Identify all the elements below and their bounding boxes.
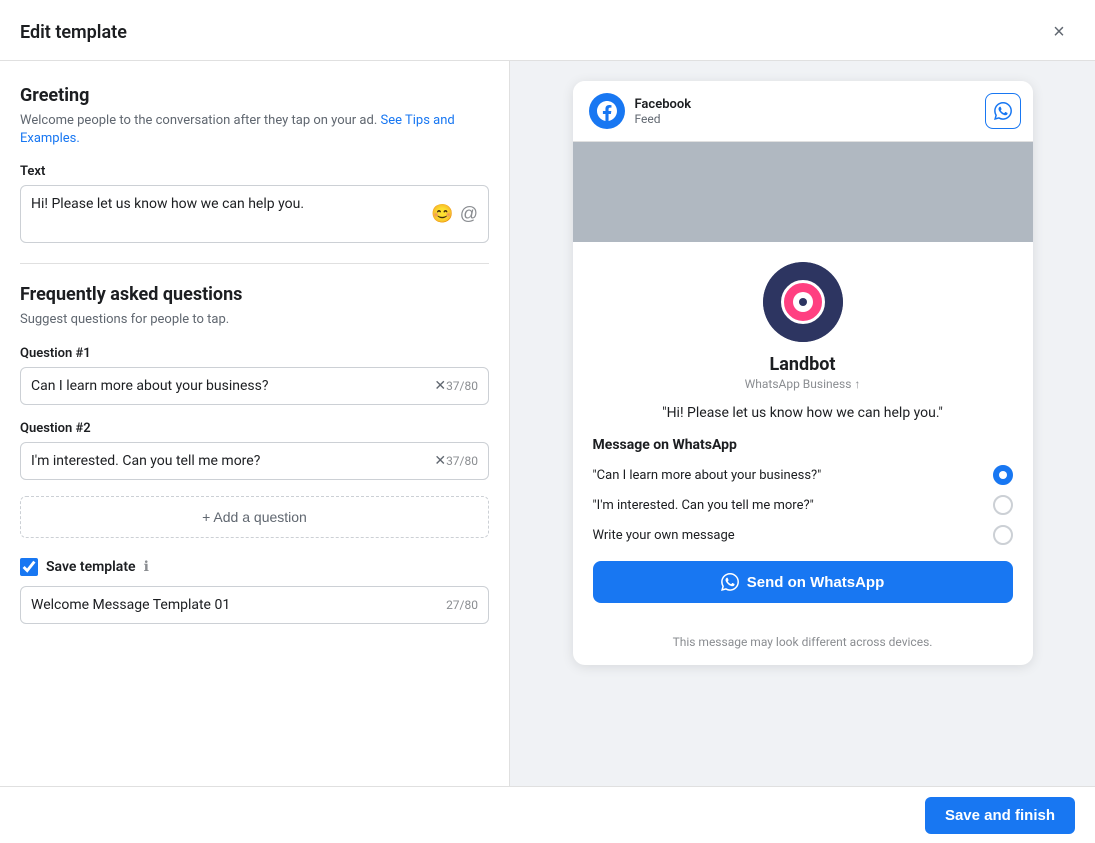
faq-desc: Suggest questions for people to tap. xyxy=(20,311,489,329)
question1-char-count: 37/80 xyxy=(446,379,478,393)
wa-option-3-radio[interactable] xyxy=(993,525,1013,545)
preview-image xyxy=(573,142,1033,242)
close-button[interactable]: × xyxy=(1043,16,1075,48)
greeting-bubble: "Hi! Please let us know how we can help … xyxy=(662,405,943,421)
question2-char-count: 37/80 xyxy=(446,454,478,468)
preview-source-info: Facebook Feed xyxy=(635,97,692,126)
preview-card: Facebook Feed xyxy=(573,81,1033,665)
text-input-container: Hi! Please let us know how we can help y… xyxy=(20,185,489,243)
facebook-avatar xyxy=(589,93,625,129)
info-icon[interactable]: ℹ xyxy=(144,559,149,575)
modal-title: Edit template xyxy=(20,22,127,43)
wa-option-2-radio[interactable] xyxy=(993,495,1013,515)
section-divider xyxy=(20,263,489,264)
input-icons: 😊 @ xyxy=(431,204,478,225)
template-name-input[interactable] xyxy=(31,587,446,623)
wa-section-title: Message on WhatsApp xyxy=(593,437,1013,453)
greeting-text-input[interactable]: Hi! Please let us know how we can help y… xyxy=(21,186,488,238)
question2-input-wrapper: ✕ 37/80 xyxy=(20,442,489,480)
greeting-desc: Welcome people to the conversation after… xyxy=(20,112,489,148)
wa-option-1: "Can I learn more about your business?" xyxy=(593,465,1013,485)
preview-disclaimer: This message may look different across d… xyxy=(573,635,1033,649)
template-name-wrapper: 27/80 xyxy=(20,586,489,624)
bot-subtitle: WhatsApp Business ↑ xyxy=(745,377,861,391)
wa-option-1-radio[interactable] xyxy=(993,465,1013,485)
source-sub: Feed xyxy=(635,112,692,126)
save-template-row: Save template ℹ xyxy=(20,558,489,576)
mention-button[interactable]: @ xyxy=(460,204,478,225)
question1-label: Question #1 xyxy=(20,346,489,361)
question1-input-wrapper: ✕ 37/80 xyxy=(20,367,489,405)
template-name-char-count: 27/80 xyxy=(446,598,478,612)
left-panel: Greeting Welcome people to the conversat… xyxy=(0,61,510,790)
faq-title: Frequently asked questions xyxy=(20,284,489,305)
bot-avatar xyxy=(763,262,843,342)
text-label: Text xyxy=(20,164,489,179)
send-whatsapp-button[interactable]: Send on WhatsApp xyxy=(593,561,1013,603)
save-template-label[interactable]: Save template xyxy=(46,559,136,575)
wa-option-1-text: "Can I learn more about your business?" xyxy=(593,468,822,483)
save-finish-button[interactable]: Save and finish xyxy=(925,797,1075,834)
modal-header: Edit template × xyxy=(0,0,1095,61)
preview-header: Facebook Feed xyxy=(573,81,1033,142)
wa-option-2-text: "I'm interested. Can you tell me more?" xyxy=(593,498,814,513)
main-content: Greeting Welcome people to the conversat… xyxy=(0,61,1095,790)
question2-clear-button[interactable]: ✕ xyxy=(434,452,446,469)
preview-chat-area: Landbot WhatsApp Business ↑ "Hi! Please … xyxy=(573,242,1033,623)
source-name: Facebook xyxy=(635,97,692,112)
emoji-button[interactable]: 😊 xyxy=(431,204,453,225)
bot-name: Landbot xyxy=(770,354,836,375)
save-template-checkbox[interactable] xyxy=(20,558,38,576)
send-button-label: Send on WhatsApp xyxy=(747,574,885,591)
question1-clear-button[interactable]: ✕ xyxy=(434,377,446,394)
wa-option-2: "I'm interested. Can you tell me more?" xyxy=(593,495,1013,515)
wa-option-3: Write your own message xyxy=(593,525,1013,545)
wa-option-3-text: Write your own message xyxy=(593,528,735,543)
right-panel: Facebook Feed xyxy=(510,61,1095,790)
question1-input[interactable] xyxy=(31,368,434,404)
whatsapp-corner-icon xyxy=(985,93,1021,129)
question2-input[interactable] xyxy=(31,443,434,479)
modal-footer: Save and finish xyxy=(0,786,1095,843)
question2-label: Question #2 xyxy=(20,421,489,436)
add-question-button[interactable]: + Add a question xyxy=(20,496,489,538)
greeting-title: Greeting xyxy=(20,85,489,106)
